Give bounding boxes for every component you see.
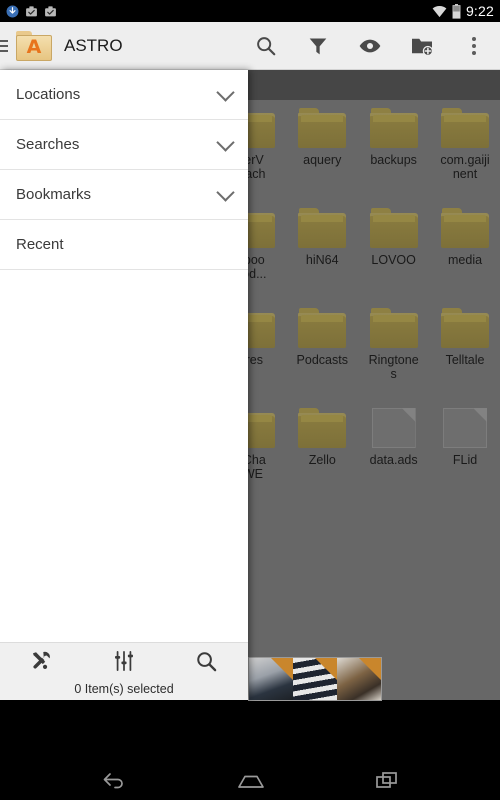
- file-item-label: Podcasts: [296, 353, 348, 367]
- tools-icon: [30, 650, 52, 672]
- home-pentagon-icon[interactable]: [237, 770, 265, 790]
- filter-funnel-icon: [308, 36, 328, 56]
- folder-item[interactable]: aquery: [287, 100, 358, 200]
- folder-icon: [441, 108, 490, 148]
- status-bar-right-icons: 9:22: [432, 3, 494, 19]
- folder-icon: [298, 408, 347, 448]
- thumbnail-item[interactable]: [293, 658, 337, 700]
- file-item-label: Telltale: [445, 353, 485, 367]
- folder-item[interactable]: Zello: [287, 400, 358, 500]
- app-title: ASTRO: [64, 35, 123, 55]
- search-icon: [255, 35, 277, 57]
- battery-icon: [452, 3, 461, 19]
- sliders-icon: [113, 650, 135, 672]
- folder-icon: [369, 108, 418, 148]
- file-item-label: Zello: [308, 453, 336, 467]
- thumbnail-item[interactable]: [337, 658, 381, 700]
- folder-icon: [441, 208, 490, 248]
- folder-item[interactable]: backups: [358, 100, 429, 200]
- chevron-down-icon[interactable]: [216, 182, 235, 202]
- folder-item[interactable]: media: [429, 200, 500, 300]
- android-screen: 9:22 A ASTRO fierV Cach aquery backups c…: [0, 0, 500, 800]
- file-item-label: FLid: [452, 453, 478, 467]
- file-item-label: backups: [370, 153, 417, 167]
- wifi-icon: [432, 5, 447, 18]
- drawer-item-label: Searches: [16, 136, 80, 153]
- folder-item[interactable]: com.gaiji nent: [429, 100, 500, 200]
- new-folder-button[interactable]: [396, 22, 448, 70]
- selection-status: 0 Item(s) selected: [74, 682, 174, 696]
- folder-item[interactable]: Podcasts: [287, 300, 358, 400]
- drawer-search-button[interactable]: [165, 643, 248, 679]
- preferences-button[interactable]: [83, 643, 166, 679]
- back-arrow-icon[interactable]: [101, 769, 127, 791]
- thumbnail-item[interactable]: [249, 658, 293, 700]
- folder-item[interactable]: Telltale: [429, 300, 500, 400]
- badge-ribbon-icon: [359, 658, 381, 680]
- folder-icon: [298, 208, 347, 248]
- file-item[interactable]: FLid: [429, 400, 500, 500]
- drawer-tool-row: [0, 643, 248, 679]
- recents-squares-icon[interactable]: [375, 770, 399, 790]
- file-item-label: aquery: [303, 153, 342, 167]
- work-badge-icon: [44, 5, 57, 18]
- drawer-bottom-bar: 0 Item(s) selected: [0, 642, 248, 700]
- drawer-item-recent[interactable]: Recent: [0, 220, 248, 270]
- thumbnail-strip[interactable]: [248, 657, 382, 701]
- search-icon: [195, 650, 218, 673]
- tools-button[interactable]: [0, 643, 83, 679]
- folder-add-icon: [411, 36, 433, 56]
- badge-ribbon-icon: [271, 658, 293, 680]
- overflow-menu-button[interactable]: [448, 22, 500, 70]
- astro-folder-logo: A: [16, 30, 52, 61]
- status-bar: 9:22: [0, 0, 500, 22]
- badge-ribbon-icon: [315, 658, 337, 680]
- file-item-label: LOVOO: [371, 253, 416, 267]
- hamburger-icon[interactable]: [0, 39, 8, 52]
- status-bar-clock: 9:22: [465, 3, 494, 19]
- app-bar-actions: [240, 22, 500, 70]
- drawer-item-locations[interactable]: Locations: [0, 70, 248, 120]
- drawer-item-bookmarks[interactable]: Bookmarks: [0, 170, 248, 220]
- astro-logo-letter: A: [26, 35, 42, 58]
- chevron-down-icon[interactable]: [216, 82, 235, 102]
- drawer-item-label: Bookmarks: [16, 186, 92, 203]
- file-item-label: com.gaiji nent: [440, 153, 490, 181]
- chevron-down-icon[interactable]: [216, 132, 235, 152]
- overflow-dots-icon: [472, 36, 476, 55]
- drawer-item-searches[interactable]: Searches: [0, 120, 248, 170]
- folder-icon: [441, 308, 490, 348]
- navigation-drawer: Locations Searches Bookmarks Recent 0 It…: [0, 70, 248, 700]
- file-icon: [443, 408, 488, 448]
- file-item[interactable]: data.ads: [358, 400, 429, 500]
- filter-button[interactable]: [292, 22, 344, 70]
- folder-item[interactable]: Ringtone s: [358, 300, 429, 400]
- eye-icon: [359, 37, 381, 55]
- app-bar: A ASTRO: [0, 22, 500, 70]
- folder-icon: [369, 208, 418, 248]
- folder-item[interactable]: LOVOO: [358, 200, 429, 300]
- file-item-label: hiN64: [305, 253, 339, 267]
- drawer-item-label: Locations: [16, 86, 81, 103]
- file-item-label: data.ads: [369, 453, 418, 467]
- search-button[interactable]: [240, 22, 292, 70]
- drawer-item-label: Recent: [16, 236, 64, 253]
- drawer-item-list: Locations Searches Bookmarks Recent: [0, 70, 248, 270]
- folder-item[interactable]: hiN64: [287, 200, 358, 300]
- download-icon: [6, 5, 19, 18]
- file-item-label: Ringtone s: [368, 353, 419, 381]
- folder-icon: [298, 108, 347, 148]
- view-toggle-button[interactable]: [344, 22, 396, 70]
- folder-icon: [369, 308, 418, 348]
- status-bar-left-icons: [6, 5, 57, 18]
- work-badge-icon: [25, 5, 38, 18]
- folder-icon: [298, 308, 347, 348]
- file-item-label: media: [448, 253, 483, 267]
- file-icon: [371, 408, 416, 448]
- system-navigation-bar: [0, 760, 500, 800]
